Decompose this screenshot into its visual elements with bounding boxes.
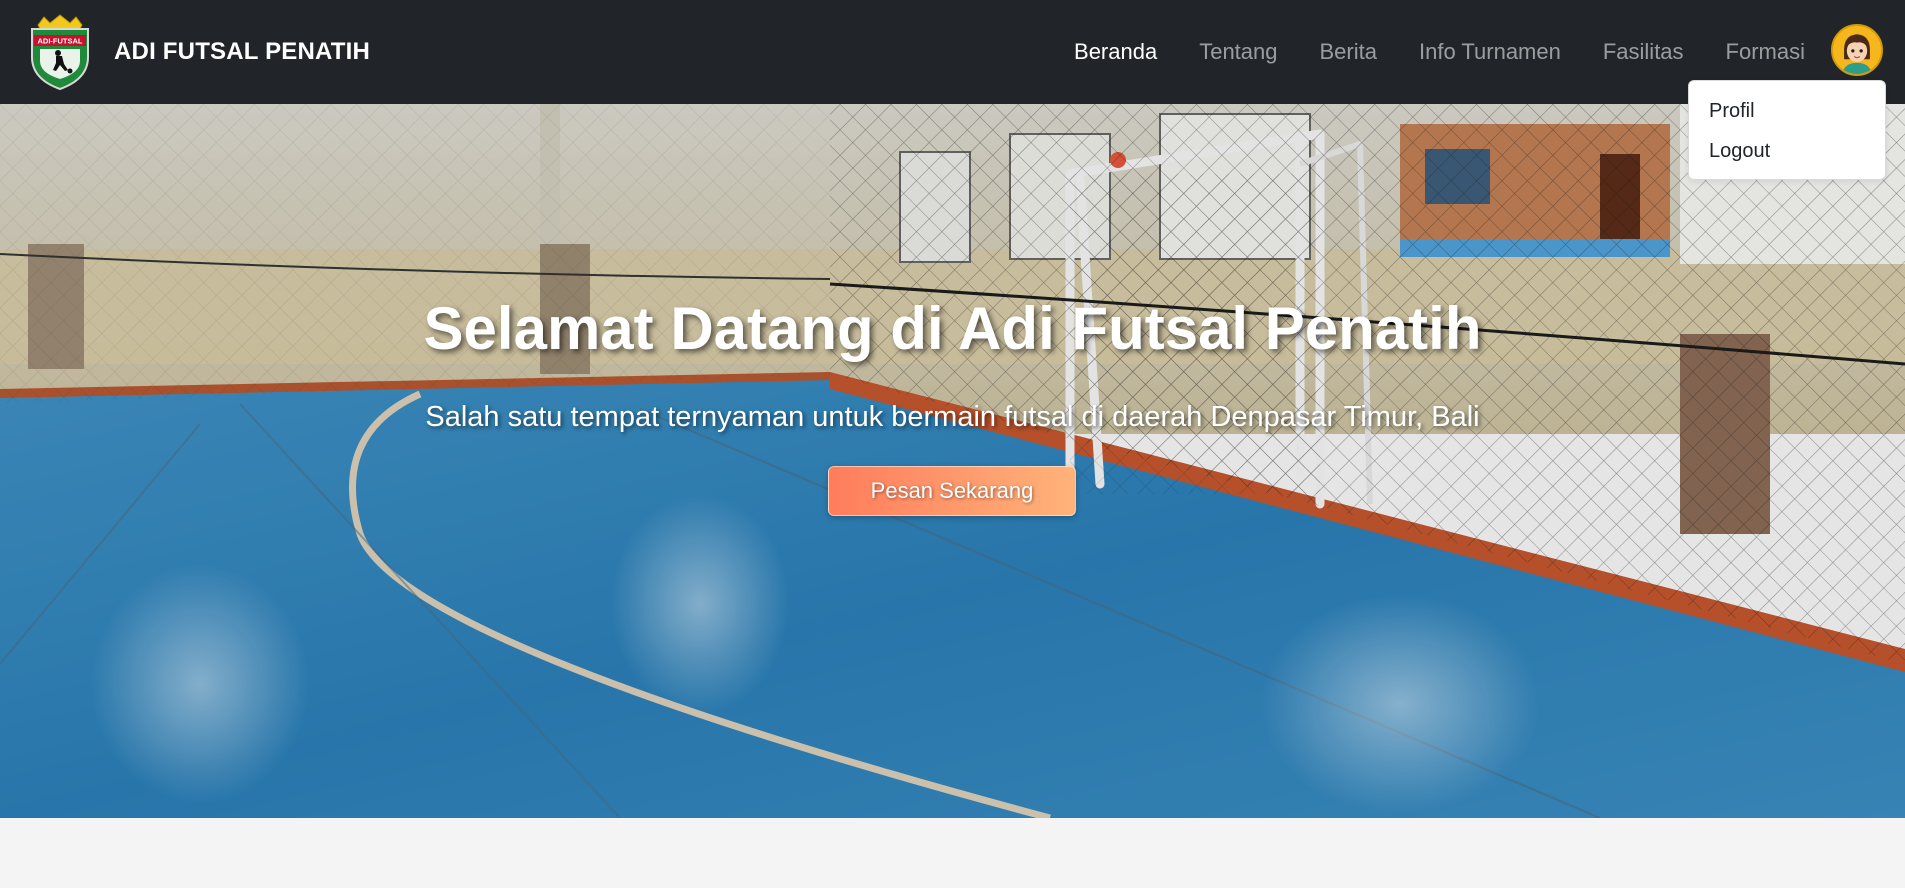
top-navbar: ADI-FUTSAL ADI FUTSAL PENATIH Beranda Te… bbox=[0, 0, 1905, 104]
nav-link-formasi[interactable]: Formasi bbox=[1726, 39, 1805, 64]
dropdown-item-logout[interactable]: Logout bbox=[1689, 131, 1885, 171]
user-avatar-button[interactable] bbox=[1831, 24, 1883, 76]
hero-subtitle: Salah satu tempat ternyaman untuk bermai… bbox=[425, 401, 1480, 433]
nav-link-beranda[interactable]: Beranda bbox=[1074, 39, 1157, 64]
user-avatar-icon bbox=[1833, 26, 1881, 74]
nav-item-beranda: Beranda bbox=[1074, 39, 1157, 65]
hero-title: Selamat Datang di Adi Futsal Penatih bbox=[423, 295, 1482, 362]
nav-item-tentang: Tentang bbox=[1199, 39, 1277, 65]
nav-item-formasi: Formasi bbox=[1726, 39, 1805, 65]
hero-section: Selamat Datang di Adi Futsal Penatih Sal… bbox=[0, 104, 1905, 818]
nav-item-berita: Berita bbox=[1320, 39, 1377, 65]
hero-content: Selamat Datang di Adi Futsal Penatih Sal… bbox=[0, 104, 1905, 818]
logo-text: ADI-FUTSAL bbox=[38, 37, 83, 46]
content-area bbox=[0, 818, 1905, 888]
nav-link-tentang[interactable]: Tentang bbox=[1199, 39, 1277, 64]
adi-futsal-logo: ADI-FUTSAL bbox=[31, 14, 89, 91]
nav-link-info-turnamen[interactable]: Info Turnamen bbox=[1419, 39, 1561, 64]
dropdown-item-profil[interactable]: Profil bbox=[1689, 91, 1885, 131]
brand-name: ADI FUTSAL PENATIH bbox=[114, 38, 371, 65]
nav-link-fasilitas[interactable]: Fasilitas bbox=[1603, 39, 1684, 64]
user-dropdown-menu: Profil Logout bbox=[1688, 80, 1886, 180]
nav-link-berita[interactable]: Berita bbox=[1320, 39, 1377, 64]
nav-item-info-turnamen: Info Turnamen bbox=[1419, 39, 1561, 65]
brand[interactable]: ADI-FUTSAL ADI FUTSAL PENATIH bbox=[26, 13, 370, 91]
pesan-sekarang-button[interactable]: Pesan Sekarang bbox=[828, 466, 1076, 516]
nav-item-fasilitas: Fasilitas bbox=[1603, 39, 1684, 65]
